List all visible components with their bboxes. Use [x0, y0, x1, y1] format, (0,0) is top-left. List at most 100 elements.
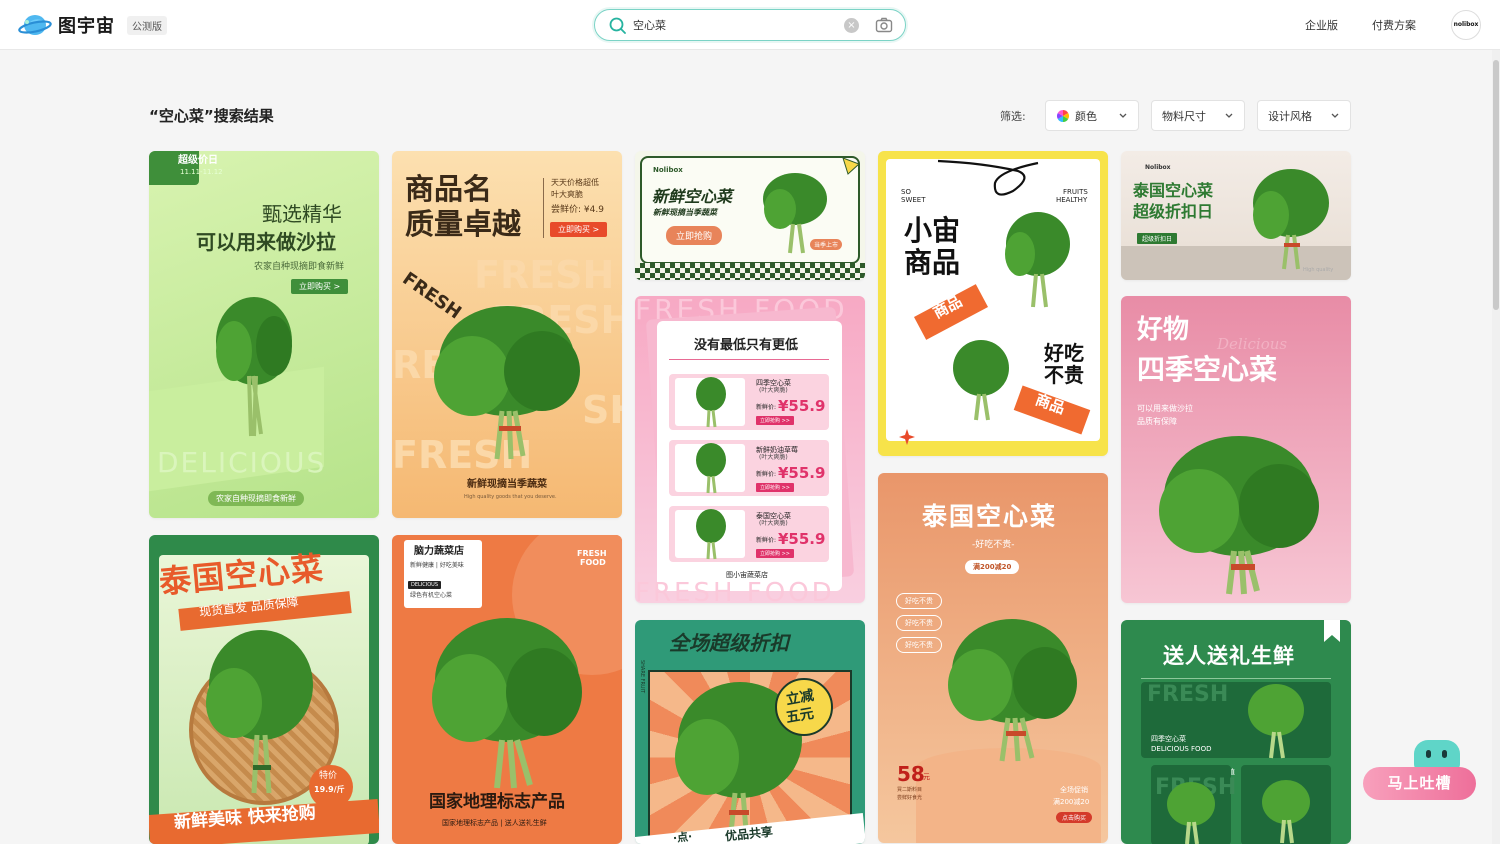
filter-size[interactable]: 物料尺寸 — [1151, 100, 1245, 131]
card9-tag: 特价 — [319, 771, 338, 781]
template-card-4[interactable]: FRESH FOOD 没有最低只有更低 四季空心菜 (叶大爽脆) 新鲜价: ¥5… — [635, 296, 865, 603]
feedback-button[interactable]: 马上吐槽 — [1363, 767, 1476, 800]
card11-side: SHARE FRUIT — [638, 660, 645, 694]
card2-price: 尝鲜价: ¥4.9 — [551, 205, 604, 215]
filter-color[interactable]: 颜色 — [1045, 100, 1139, 131]
card8-badge: 满200减20 — [965, 560, 1020, 574]
card5-so: SO — [901, 188, 911, 196]
camera-icon[interactable] — [875, 17, 893, 33]
card6-headline-2: 超级折扣日 — [1133, 202, 1214, 221]
template-card-9[interactable]: 泰国空心菜 现货直发 品质保障 特价 19.9/斤 新鲜美味 快来抢购 — [149, 535, 379, 844]
logo[interactable]: 图宇宙 公测版 — [18, 11, 167, 39]
lemon-icon — [842, 157, 860, 175]
template-card-1[interactable]: 超级价日 11.11-11.12 甄选精华 可以用来做沙拉 农家自种现摘即食新鲜… — [149, 151, 379, 518]
card4-bg-text-2: FRESH FOOD — [635, 578, 835, 603]
template-card-11[interactable]: 全场超级折扣 SHARE FRUIT 立减 五元 ·点· 优品共享 — [635, 620, 865, 844]
feedback-widget[interactable]: 马上吐槽 — [1363, 740, 1476, 800]
card2-side-1: 天天价格超低 — [551, 178, 599, 187]
nav-pricing[interactable]: 付费方案 — [1372, 17, 1416, 33]
template-card-7[interactable]: 好物 Delicious 四季空心菜 可以用来做沙拉 品质有保障 — [1121, 296, 1351, 603]
card8-headline: 泰国空心菜 — [922, 502, 1058, 531]
card4-item-label: 新鲜价: — [756, 537, 777, 544]
chevron-down-icon — [1225, 113, 1233, 118]
card5-headline-4: 不贵 — [1044, 363, 1084, 387]
filter-style[interactable]: 设计风格 — [1257, 100, 1351, 131]
nav-enterprise[interactable]: 企业版 — [1305, 17, 1338, 33]
card8-promo: 全场促销 — [1060, 786, 1088, 794]
bookmark-icon — [1324, 620, 1340, 642]
card8-tag: 好吃不贵 — [896, 637, 942, 653]
water-spinach-image — [1159, 436, 1319, 595]
filter-label: 筛选: — [1000, 110, 1026, 123]
chevron-down-icon — [1331, 113, 1339, 118]
scrollbar-thumb[interactable] — [1493, 60, 1499, 310]
card1-subtitle: 农家自种现摘即食新鲜 — [254, 262, 345, 272]
card7-headline-2: 四季空心菜 — [1137, 353, 1278, 386]
card11-footer-2: ·点· — [672, 830, 693, 844]
card2-buy-button: 立即购买 > — [550, 222, 608, 237]
template-card-6[interactable]: Nolibox 泰国空心菜 超级折扣日 超级折扣日 High quality — [1121, 151, 1351, 280]
template-card-8[interactable]: 泰国空心菜 -好吃不贵- 满200减20 好吃不贵 好吃不贵 好吃不贵 58 元… — [878, 473, 1108, 843]
card3-headline: 新鲜空心菜 — [652, 187, 733, 206]
water-spinach-image — [1262, 780, 1310, 844]
card1-footer-pill: 农家自种现摘即食新鲜 — [208, 491, 304, 506]
card10-en-1: FRESH — [577, 549, 607, 558]
card1-badge: 超级价日 — [178, 155, 218, 166]
filter-color-label: 颜色 — [1075, 109, 1097, 123]
card12-en: DELICIOUS FOOD — [1151, 745, 1212, 753]
water-spinach-image — [432, 618, 582, 789]
card3-checker — [635, 263, 865, 280]
water-spinach-image — [1005, 212, 1070, 308]
water-spinach-image — [206, 630, 313, 794]
card9-price: 19.9/斤 — [314, 785, 345, 794]
squiggle-icon — [937, 159, 1039, 196]
star-icon — [899, 429, 915, 445]
color-wheel-icon — [1056, 109, 1070, 122]
card8-price: 58 — [897, 762, 925, 786]
results-title: “空心菜”搜索结果 — [149, 107, 274, 125]
avatar[interactable]: nolibox — [1451, 10, 1481, 40]
card2-headline-2: 质量卓越 — [405, 207, 522, 241]
card4-item-note: (叶大爽脆) — [759, 520, 788, 527]
water-spinach-image — [1167, 782, 1215, 844]
feedback-label: 马上吐槽 — [1387, 774, 1452, 792]
card3-tag: 当季上市 — [810, 239, 843, 250]
card4-item-label: 新鲜价: — [756, 404, 777, 411]
top-bar: 图宇宙 公测版 × 企业版 付费方案 nolibox — [0, 0, 1500, 50]
card4-item-note: (叶大爽脆) — [759, 454, 788, 461]
card3-subtitle: 新鲜现摘当季蔬菜 — [653, 208, 717, 217]
card2-headline-1: 商品名 — [405, 172, 493, 206]
search-icon — [609, 17, 626, 34]
card8-price-unit: 元 — [923, 773, 930, 781]
card5-headline-2: 商品 — [904, 246, 961, 279]
template-card-5[interactable]: SO SWEET FRUITS HEALTHY 小宙 商品 商品 好吃 不贵 商… — [878, 151, 1108, 456]
card4-item-note: (叶大爽脆) — [759, 387, 788, 394]
card6-badge: 超级折扣日 — [1137, 233, 1178, 244]
card7-script: Delicious — [1217, 335, 1288, 353]
card1-buy-button: 立即购买 > — [291, 279, 349, 294]
water-spinach-image — [434, 306, 580, 460]
card4-item-price: ¥55.9 — [778, 464, 826, 482]
template-card-3[interactable]: Nolibox 新鲜空心菜 新鲜现摘当季蔬菜 立即抢购 当季上市 — [635, 151, 865, 280]
card4-title: 没有最低只有更低 — [694, 338, 799, 353]
card8-promo-2: 满200减20 — [1053, 798, 1090, 806]
card10-en-2: FOOD — [580, 558, 606, 567]
card1-date: 11.11-11.12 — [180, 168, 223, 176]
template-card-2[interactable]: 商品名 质量卓越 天天价格超低 叶大爽脆 尝鲜价: ¥4.9 立即购买 > FR… — [392, 151, 622, 518]
clear-search-icon[interactable]: × — [844, 18, 859, 33]
beta-badge: 公测版 — [127, 15, 167, 35]
card1-bg-text: DELICIOUS — [157, 446, 327, 479]
card8-note-2: 尝鲜好食光 — [897, 795, 923, 801]
card4-title-line — [669, 359, 829, 360]
search-input[interactable] — [633, 15, 833, 35]
scrollbar[interactable] — [1492, 50, 1500, 844]
card12-bg-text: FRESH — [1147, 682, 1229, 707]
template-card-10[interactable]: 脑力蔬菜店 新鲜健康 | 好吃美味 DELICIOUS 绿色有机空心菜 FRES… — [392, 535, 622, 844]
template-card-12[interactable]: 送人送礼生鲜 FRESH 四季空心菜 DELICIOUS FOOD 超所值 FR… — [1121, 620, 1351, 844]
card3-logo: Nolibox — [653, 166, 683, 174]
card10-tag-2: 绿色有机空心菜 — [410, 592, 453, 599]
card10-shop: 脑力蔬菜店 — [414, 546, 464, 557]
card4-item-price: ¥55.9 — [778, 530, 826, 548]
card8-tag: 好吃不贵 — [896, 615, 942, 631]
card2-footer-en: High quality goods that you deserve. — [464, 494, 557, 500]
